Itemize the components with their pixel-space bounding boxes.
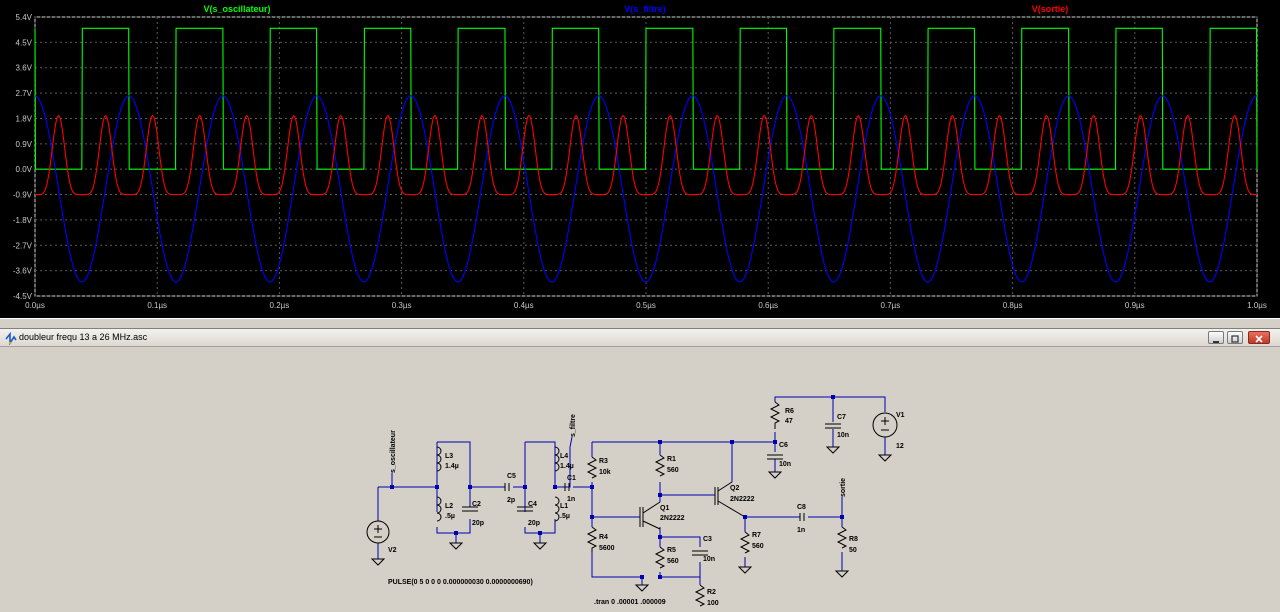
x-tick-label: 0.6µs	[758, 301, 778, 310]
value-l3: 1.4µ	[445, 463, 459, 470]
value-c5: 2p	[507, 497, 515, 504]
x-axis: 0.0µs 0.1µs 0.2µs 0.3µs 0.4µs 0.5µs 0.6µs 0.7µs…	[25, 301, 1267, 310]
x-tick-label: 0.0µs	[25, 301, 45, 310]
x-tick-label: 0.4µs	[514, 301, 534, 310]
value-l1: .5µ	[560, 513, 570, 520]
label-q1: Q1	[660, 505, 669, 512]
net-label-s-filtre: s_filtre	[570, 414, 577, 437]
close-icon	[1255, 335, 1263, 343]
label-l3: L3	[445, 453, 453, 460]
value-l2: .5µ	[445, 513, 455, 520]
legend-entry-1: V(s_oscillateur)	[203, 4, 270, 14]
label-q2: Q2	[730, 485, 739, 492]
value-r3: 10k	[599, 469, 611, 476]
label-r4: R4	[599, 534, 608, 541]
value-v1: 12	[896, 443, 904, 450]
restore-button[interactable]	[1227, 331, 1243, 344]
y-tick-label: 3.6V	[16, 64, 33, 73]
y-tick-label: 2.7V	[16, 89, 33, 98]
circuit-schematic[interactable]: s_oscillateur s_filtre sortie L3 1.4µ L2…	[0, 347, 1280, 612]
value-l4: 1.4µ	[560, 463, 574, 470]
label-l4: L4	[560, 453, 568, 460]
value-r4: 5600	[599, 545, 615, 552]
window-title: doubleur frequ 13 a 26 MHz.asc	[19, 332, 148, 342]
label-r8: R8	[849, 536, 858, 543]
label-c8: C8	[797, 504, 806, 511]
legend-entry-2: V(s_filtre)	[624, 4, 666, 14]
waveform-chart[interactable]: 5.4V 4.5V 3.6V 2.7V 1.8V 0.9V 0.0V -0.9V -1.8V -2…	[0, 0, 1280, 318]
value-q1: 2N2222	[660, 515, 685, 522]
label-r7: R7	[752, 532, 761, 539]
y-tick-label: -4.5V	[13, 292, 33, 301]
label-c2: C2	[472, 501, 481, 508]
label-l2: L2	[445, 503, 453, 510]
value-c1: 1n	[567, 496, 575, 503]
y-tick-label: 5.4V	[16, 13, 33, 22]
net-label-s-oscillateur: s_oscillateur	[390, 430, 397, 473]
label-v1: V1	[896, 412, 905, 419]
x-tick-label: 0.9µs	[1125, 301, 1145, 310]
minimize-button[interactable]	[1208, 331, 1224, 344]
pane-splitter[interactable]	[0, 318, 1280, 329]
x-tick-label: 0.1µs	[147, 301, 167, 310]
label-r2: R2	[707, 589, 716, 596]
label-c7: C7	[837, 414, 846, 421]
trace-1	[34, 27, 1258, 170]
value-r8: 50	[849, 547, 857, 554]
value-c6: 10n	[779, 461, 791, 468]
x-tick-label: 0.3µs	[392, 301, 412, 310]
value-r5: 560	[667, 558, 679, 565]
value-q2: 2N2222	[730, 496, 755, 503]
y-axis: 5.4V 4.5V 3.6V 2.7V 1.8V 0.9V 0.0V -0.9V -1.8V -2…	[13, 13, 33, 301]
tran-directive: .tran 0 .00001 .000009	[594, 599, 666, 606]
schematic-titlebar[interactable]: doubleur frequ 13 a 26 MHz.asc	[0, 329, 1280, 347]
value-r1: 560	[667, 467, 679, 474]
y-tick-label: -0.9V	[13, 191, 33, 200]
plot-legend: V(s_oscillateur) V(s_filtre) V(sortie)	[203, 4, 1068, 14]
y-tick-label: 4.5V	[16, 38, 33, 47]
value-c7: 10n	[837, 432, 849, 439]
x-tick-label: 0.2µs	[270, 301, 290, 310]
y-tick-label: 0.0V	[16, 165, 33, 174]
label-r1: R1	[667, 456, 676, 463]
x-tick-label: 0.7µs	[881, 301, 901, 310]
value-r7: 560	[752, 543, 764, 550]
label-l1: L1	[560, 503, 568, 510]
restore-icon	[1231, 335, 1239, 343]
schematic-window[interactable]: doubleur frequ 13 a 26 MHz.asc s_oscilla…	[0, 329, 1280, 612]
label-c3: C3	[703, 536, 712, 543]
y-tick-label: 1.8V	[16, 114, 33, 123]
legend-entry-3: V(sortie)	[1032, 4, 1069, 14]
value-c4: 20p	[528, 520, 540, 527]
y-tick-label: 0.9V	[16, 140, 33, 149]
waveform-plot[interactable]: 5.4V 4.5V 3.6V 2.7V 1.8V 0.9V 0.0V -0.9V -1.8V -2…	[0, 0, 1280, 318]
pulse-directive: PULSE(0 5 0 0 0 0.000000030 0.0000000690…	[388, 579, 533, 586]
value-r6: 47	[785, 418, 793, 425]
value-c8: 1n	[797, 527, 805, 534]
y-tick-label: -2.7V	[13, 241, 33, 250]
label-r3: R3	[599, 458, 608, 465]
label-c6: C6	[779, 442, 788, 449]
x-tick-label: 0.8µs	[1003, 301, 1023, 310]
close-button[interactable]	[1248, 331, 1270, 344]
schematic-canvas[interactable]: s_oscillateur s_filtre sortie L3 1.4µ L2…	[0, 347, 1280, 612]
net-label-sortie: sortie	[840, 478, 847, 497]
label-c4: C4	[528, 501, 537, 508]
minimize-icon	[1213, 341, 1219, 343]
label-r6: R6	[785, 408, 794, 415]
label-r5: R5	[667, 547, 676, 554]
value-c3: 10n	[703, 556, 715, 563]
x-tick-label: 0.5µs	[636, 301, 656, 310]
label-c5: C5	[507, 473, 516, 480]
value-r2: 100	[707, 600, 719, 607]
label-v2: V2	[388, 547, 397, 554]
ltspice-app-icon	[5, 331, 17, 345]
y-tick-label: -1.8V	[13, 216, 33, 225]
label-c1: C1	[567, 475, 576, 482]
y-tick-label: -3.6V	[13, 267, 33, 276]
value-c2: 20p	[472, 520, 484, 527]
x-tick-label: 1.0µs	[1247, 301, 1267, 310]
